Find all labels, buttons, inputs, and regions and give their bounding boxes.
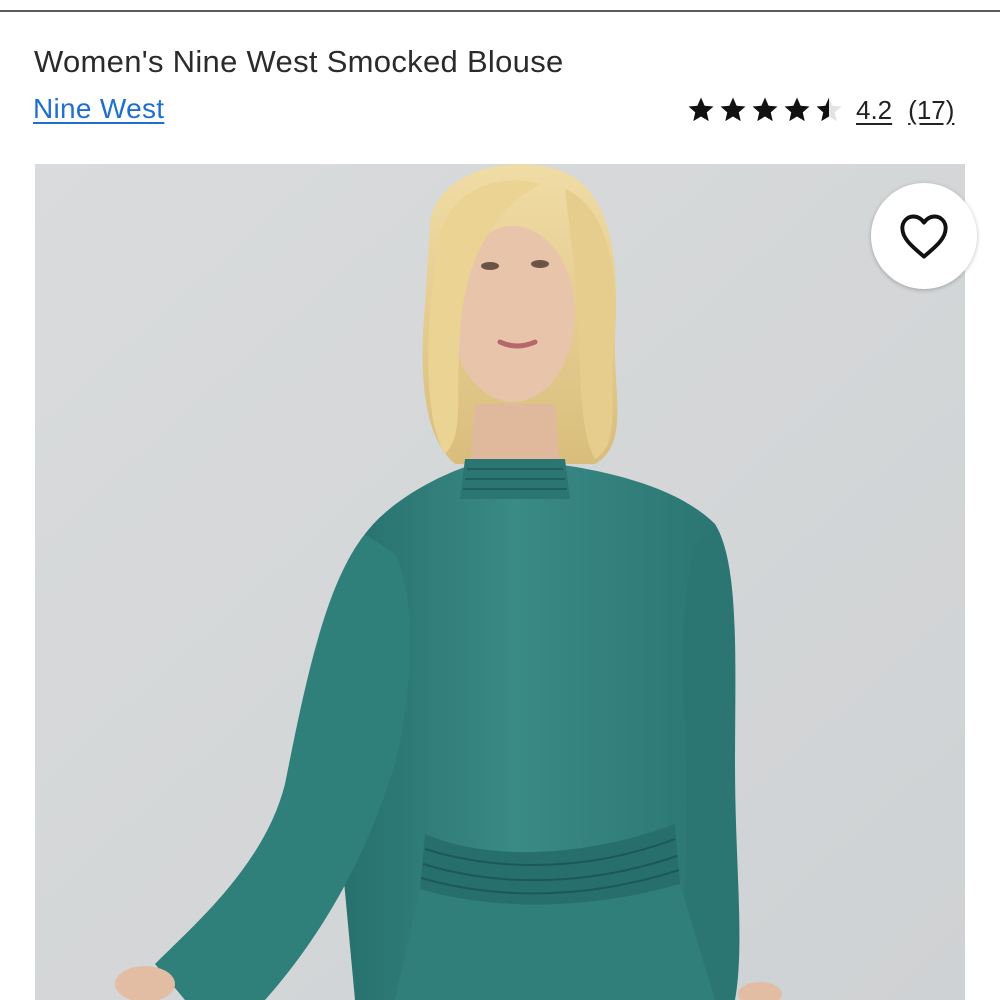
star-rating bbox=[686, 95, 844, 125]
star-icon bbox=[752, 97, 778, 122]
product-image[interactable] bbox=[35, 164, 965, 1000]
rating-value[interactable]: 4.2 bbox=[856, 95, 892, 126]
star-icon bbox=[720, 97, 746, 122]
star-icon bbox=[688, 97, 714, 122]
top-divider bbox=[0, 10, 1000, 12]
heart-outline-icon bbox=[900, 214, 948, 259]
model-illustration bbox=[35, 164, 965, 1000]
product-title: Women's Nine West Smocked Blouse bbox=[34, 44, 564, 79]
product-page: Women's Nine West Smocked Blouse Nine We… bbox=[0, 0, 1000, 1000]
brand-link[interactable]: Nine West bbox=[33, 93, 164, 125]
star-icon bbox=[784, 97, 810, 122]
review-count-link[interactable]: (17) bbox=[908, 95, 954, 126]
favorite-button[interactable] bbox=[871, 183, 977, 289]
rating-summary[interactable]: 4.2 (17) bbox=[686, 92, 954, 128]
half-star-icon bbox=[816, 97, 842, 122]
